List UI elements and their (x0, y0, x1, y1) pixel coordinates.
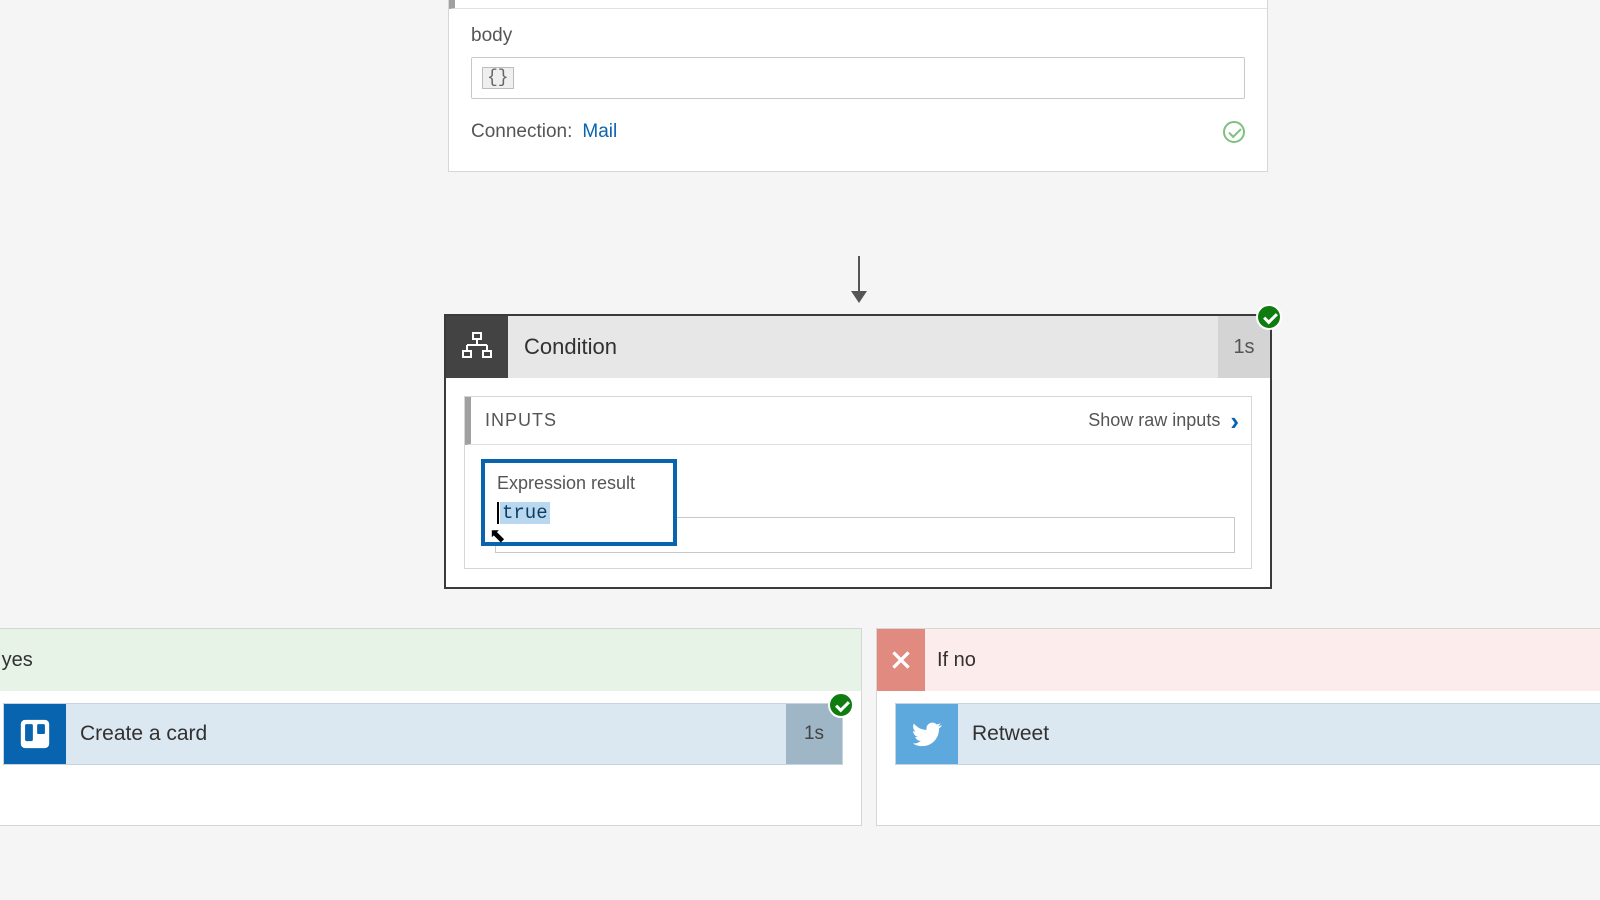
if-yes-branch: If yes Create a card 1s (0, 628, 862, 826)
connection-label: Connection: (471, 121, 572, 143)
inputs-header: INPUTS Show raw inputs › (465, 397, 1251, 445)
show-raw-inputs-link[interactable]: Show raw inputs › (1088, 410, 1239, 431)
condition-title: Condition (508, 316, 1218, 378)
if-no-branch: If no Retweet (876, 628, 1600, 826)
x-icon (877, 629, 925, 691)
if-no-label: If no (925, 649, 976, 672)
connection-ok-icon (1223, 121, 1245, 143)
expression-highlight: Expression result true ⬉ (481, 459, 677, 546)
outputs-header: OUTPUTS Show raw outputs › (449, 0, 1267, 9)
if-yes-header[interactable]: If yes (0, 629, 861, 691)
expression-label: Expression result (497, 473, 661, 494)
create-card-title: Create a card (66, 704, 786, 764)
connection-link[interactable]: Mail (582, 121, 617, 143)
body-field: body {} (449, 9, 1267, 99)
if-yes-label: If yes (0, 649, 33, 672)
inputs-title: INPUTS (485, 410, 557, 431)
create-card-action[interactable]: Create a card 1s (3, 703, 843, 765)
if-no-header[interactable]: If no (877, 629, 1600, 691)
condition-icon (446, 316, 508, 378)
expression-value[interactable]: true (497, 502, 550, 524)
cursor-icon: ⬉ (489, 523, 506, 548)
retweet-title: Retweet (958, 704, 1600, 764)
inputs-panel: INPUTS Show raw inputs › Expression resu… (464, 396, 1252, 569)
flow-arrow-icon (858, 256, 860, 301)
body-value: {} (482, 67, 514, 89)
condition-card: Condition 1s INPUTS Show raw inputs › Ex… (444, 314, 1272, 589)
show-raw-inputs-label: Show raw inputs (1088, 410, 1220, 431)
body-value-box[interactable]: {} (471, 57, 1245, 99)
condition-header[interactable]: Condition 1s (446, 316, 1270, 378)
expression-result-area: Expression result true ⬉ (465, 445, 1251, 568)
trello-icon (4, 704, 66, 764)
success-badge-icon (1256, 304, 1282, 330)
outputs-card: OUTPUTS Show raw outputs › body {} Conne… (448, 0, 1268, 172)
success-badge-icon (828, 692, 854, 718)
body-label: body (471, 25, 1245, 47)
retweet-action[interactable]: Retweet (895, 703, 1600, 765)
twitter-icon (896, 704, 958, 764)
connection-row: Connection: Mail (449, 99, 1267, 143)
